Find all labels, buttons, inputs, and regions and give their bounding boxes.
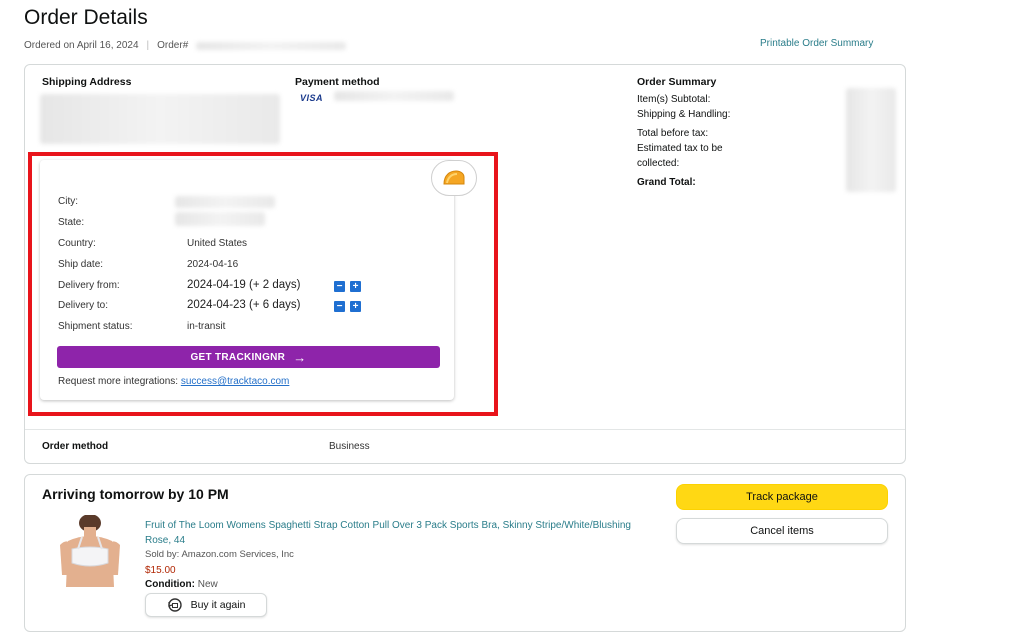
payment-redacted [334, 91, 454, 101]
tracking-city-label: City: [58, 196, 78, 207]
product-photo-icon [56, 514, 124, 587]
condition-value: New [197, 579, 218, 590]
order-meta: Ordered on April 16, 2024 | Order# [24, 40, 347, 51]
tracking-country-label: Country: [58, 238, 96, 249]
summary-values-redacted [846, 88, 896, 192]
buy-it-again-button[interactable]: Buy it again [145, 593, 267, 617]
printable-order-summary-link[interactable]: Printable Order Summary [760, 38, 873, 49]
delivery-to-increment-button[interactable]: + [350, 301, 361, 312]
tracking-country-value: United States [187, 238, 248, 249]
support-email-link[interactable]: success@tracktaco.com [181, 376, 290, 387]
payment-method-label: Payment method [295, 76, 380, 88]
buy-it-again-label: Buy it again [190, 599, 246, 611]
tracking-delivery-from-value: 2024-04-19 (+ 2 days) [187, 279, 301, 291]
page-title: Order Details [24, 6, 148, 29]
tracking-status-value: in-transit [187, 321, 226, 332]
product-title-link[interactable]: Fruit of The Loom Womens Spaghetti Strap… [145, 518, 645, 548]
get-tracking-number-button[interactable]: GET TRACKINGNR → [57, 346, 440, 368]
order-summary-lines: Item(s) Subtotal: Shipping & Handling: T… [637, 92, 787, 190]
tracking-state-label: State: [58, 217, 85, 228]
order-number-label: Order# [157, 40, 189, 51]
sold-by-text: Sold by: Amazon.com Services, Inc [145, 549, 294, 560]
tracking-delivery-to-value: 2024-04-23 (+ 6 days) [187, 299, 301, 311]
ordered-on-text: Ordered on April 16, 2024 [24, 40, 139, 51]
tracking-city-redacted [175, 196, 275, 208]
product-image[interactable] [56, 514, 124, 587]
condition-label: Condition: [145, 579, 195, 590]
order-number-redacted [196, 41, 347, 50]
request-integrations-text: Request more integrations: success@track… [58, 376, 289, 387]
order-method-divider [25, 429, 905, 430]
summary-subtotal-label: Item(s) Subtotal: [637, 94, 711, 105]
visa-card-icon: VISA [300, 93, 324, 103]
arrival-heading: Arriving tomorrow by 10 PM [42, 486, 229, 502]
track-package-button[interactable]: Track package [676, 484, 888, 510]
order-method-value: Business [329, 441, 370, 452]
delivery-from-increment-button[interactable]: + [350, 281, 361, 292]
summary-grand-total-label: Grand Total: [637, 177, 696, 188]
summary-estimated-tax-label: Estimated tax to be collected: [637, 143, 723, 169]
tracking-ship-date-value: 2024-04-16 [187, 259, 239, 270]
tracktaco-logo-icon[interactable] [431, 160, 477, 196]
product-price: $15.00 [145, 565, 176, 576]
meta-separator: | [146, 40, 150, 51]
tracking-state-redacted [175, 212, 265, 226]
tracking-status-label: Shipment status: [58, 321, 133, 332]
tracking-ship-date-label: Ship date: [58, 259, 104, 270]
get-tracking-button-label: GET TRACKINGNR [190, 351, 286, 363]
request-integrations-label: Request more integrations: [58, 376, 179, 387]
tracking-delivery-to-label: Delivery to: [58, 300, 109, 311]
arrow-right-icon: → [293, 349, 307, 365]
summary-shipping-label: Shipping & Handling: [637, 109, 731, 120]
delivery-from-decrement-button[interactable]: − [334, 281, 345, 292]
cancel-items-button[interactable]: Cancel items [676, 518, 888, 544]
order-method-label: Order method [42, 441, 109, 452]
summary-before-tax-label: Total before tax: [637, 128, 709, 139]
delivery-to-decrement-button[interactable]: − [334, 301, 345, 312]
order-summary-label: Order Summary [637, 76, 717, 88]
taco-icon [443, 170, 465, 185]
shipping-address-redacted [40, 94, 280, 144]
product-condition: Condition: New [145, 579, 218, 590]
tracking-delivery-from-label: Delivery from: [58, 280, 120, 291]
shipping-address-label: Shipping Address [42, 76, 132, 88]
buy-again-icon [167, 598, 182, 612]
